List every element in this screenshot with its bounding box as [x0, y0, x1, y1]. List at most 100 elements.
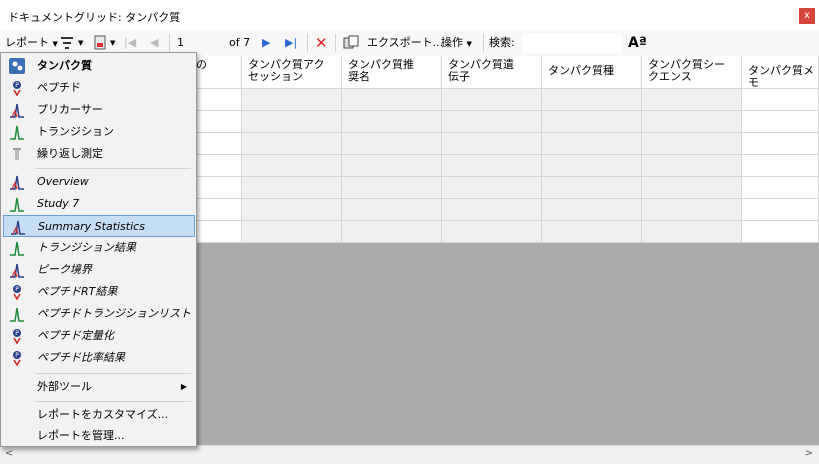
- reports-dropdown[interactable]: レポート ▼: [5, 34, 58, 52]
- table-cell[interactable]: [342, 89, 442, 111]
- table-cell[interactable]: [442, 199, 542, 221]
- chevron-down-icon[interactable]: ▼: [78, 34, 83, 52]
- table-cell[interactable]: [742, 177, 819, 199]
- table-cell[interactable]: [442, 89, 542, 111]
- actions-dropdown[interactable]: 操作 ▼: [441, 34, 472, 52]
- table-cell[interactable]: [242, 199, 342, 221]
- menu-item-replicate[interactable]: 繰り返し測定: [3, 143, 195, 165]
- table-cell[interactable]: [242, 177, 342, 199]
- table-cell[interactable]: [342, 133, 442, 155]
- next-page-icon[interactable]: ▶: [262, 34, 270, 52]
- menu-item-external-tools[interactable]: 外部ツール ▶: [3, 376, 195, 398]
- table-cell[interactable]: [190, 89, 242, 111]
- table-cell[interactable]: [242, 155, 342, 177]
- filter-icon[interactable]: [60, 35, 76, 51]
- table-cell[interactable]: [742, 111, 819, 133]
- table-cell[interactable]: [542, 89, 642, 111]
- delete-icon[interactable]: ✕: [315, 34, 328, 52]
- menu-item-manage-reports[interactable]: レポートを管理...: [3, 425, 195, 447]
- table-cell[interactable]: [342, 155, 442, 177]
- table-cell[interactable]: [342, 221, 442, 243]
- table-cell[interactable]: [642, 155, 742, 177]
- table-cell[interactable]: [242, 89, 342, 111]
- table-cell[interactable]: [190, 155, 242, 177]
- table-cell[interactable]: [442, 111, 542, 133]
- scroll-right-icon[interactable]: >: [805, 448, 813, 459]
- table-cell[interactable]: [642, 133, 742, 155]
- table-cell[interactable]: [642, 177, 742, 199]
- menu-item-peak-boundaries[interactable]: ピーク境界: [3, 259, 195, 281]
- menu-item-transition-results[interactable]: トランジション結果: [3, 237, 195, 259]
- column-header[interactable]: タンパク質推 奨名: [342, 56, 442, 89]
- table-cell[interactable]: [742, 199, 819, 221]
- table-cell[interactable]: [442, 133, 542, 155]
- table-cell[interactable]: [642, 199, 742, 221]
- column-header[interactable]: タンパク質シー クエンス: [642, 56, 742, 89]
- table-cell[interactable]: [542, 177, 642, 199]
- menu-item-overview[interactable]: Overview: [3, 171, 195, 193]
- column-header[interactable]: の: [190, 56, 242, 89]
- scroll-left-icon[interactable]: <: [5, 448, 13, 459]
- export-icon[interactable]: [343, 35, 359, 51]
- last-page-icon[interactable]: ▶|: [285, 34, 297, 52]
- menu-item-peptide-quantification[interactable]: P ペプチド定量化: [3, 325, 195, 347]
- menu-item-transition[interactable]: トランジション: [3, 121, 195, 143]
- table-cell[interactable]: [542, 221, 642, 243]
- menu-item-peptide-ratio-results[interactable]: P ペプチド比率結果: [3, 347, 195, 369]
- table-cell[interactable]: [742, 221, 819, 243]
- table-cell[interactable]: [542, 111, 642, 133]
- table-cell[interactable]: [742, 155, 819, 177]
- table-cell[interactable]: [642, 221, 742, 243]
- table-cell[interactable]: [190, 221, 242, 243]
- table-cell[interactable]: [642, 111, 742, 133]
- font-size-icon[interactable]: Aª: [628, 34, 647, 52]
- menu-item-customize-report[interactable]: レポートをカスタマイズ...: [3, 404, 195, 426]
- table-cell[interactable]: [242, 221, 342, 243]
- table-cell[interactable]: [542, 133, 642, 155]
- menu-item-peptide-rt-results[interactable]: P ペプチドRT結果: [3, 281, 195, 303]
- column-header[interactable]: タンパク質遺 伝子: [442, 56, 542, 89]
- table-cell[interactable]: [542, 199, 642, 221]
- table-cell[interactable]: [190, 199, 242, 221]
- table-cell[interactable]: [342, 199, 442, 221]
- table-cell[interactable]: [190, 133, 242, 155]
- search-input[interactable]: [522, 33, 622, 53]
- column-header[interactable]: タンパク質メモ: [742, 56, 819, 89]
- menu-item-label: 繰り返し測定: [37, 147, 103, 160]
- menu-item-label: ピーク境界: [37, 263, 92, 276]
- chevron-down-icon[interactable]: ▼: [110, 34, 115, 52]
- reports-menu: タンパク質 P ペプチド プリカーサー トランジション 繰り返し測定 Overv…: [0, 52, 197, 447]
- first-page-icon[interactable]: |◀: [124, 34, 136, 52]
- menu-item-summary-statistics[interactable]: Summary Statistics: [3, 215, 195, 237]
- menu-item-study7[interactable]: Study 7: [3, 193, 195, 215]
- horizontal-scrollbar[interactable]: < >: [0, 445, 819, 464]
- chevron-down-icon: ▼: [52, 40, 58, 48]
- svg-text:P: P: [15, 286, 19, 293]
- menu-item-label: ペプチドRT結果: [37, 285, 118, 298]
- document-icon[interactable]: [92, 35, 108, 51]
- table-cell[interactable]: [442, 155, 542, 177]
- export-button[interactable]: エクスポート...: [367, 34, 443, 52]
- table-cell[interactable]: [242, 133, 342, 155]
- menu-item-peptide-transition-list[interactable]: ペプチドトランジションリスト: [3, 303, 195, 325]
- table-cell[interactable]: [242, 111, 342, 133]
- table-cell[interactable]: [542, 155, 642, 177]
- menu-item-peptide[interactable]: P ペプチド: [3, 77, 195, 99]
- prev-page-icon[interactable]: ◀: [150, 34, 158, 52]
- table-cell[interactable]: [342, 177, 442, 199]
- close-button[interactable]: x: [799, 8, 815, 24]
- table-cell[interactable]: [190, 111, 242, 133]
- column-header[interactable]: タンパク質種: [542, 56, 642, 89]
- table-cell[interactable]: [442, 177, 542, 199]
- menu-item-precursor[interactable]: プリカーサー: [3, 99, 195, 121]
- table-cell[interactable]: [742, 133, 819, 155]
- table-cell[interactable]: [442, 221, 542, 243]
- table-cell[interactable]: [742, 89, 819, 111]
- precursor-icon: [9, 102, 25, 118]
- table-cell[interactable]: [190, 177, 242, 199]
- menu-item-protein[interactable]: タンパク質: [3, 55, 195, 77]
- column-header[interactable]: タンパク質アク セッション: [242, 56, 342, 89]
- table-cell[interactable]: [342, 111, 442, 133]
- table-cell[interactable]: [642, 89, 742, 111]
- page-number-input[interactable]: 1: [177, 34, 184, 52]
